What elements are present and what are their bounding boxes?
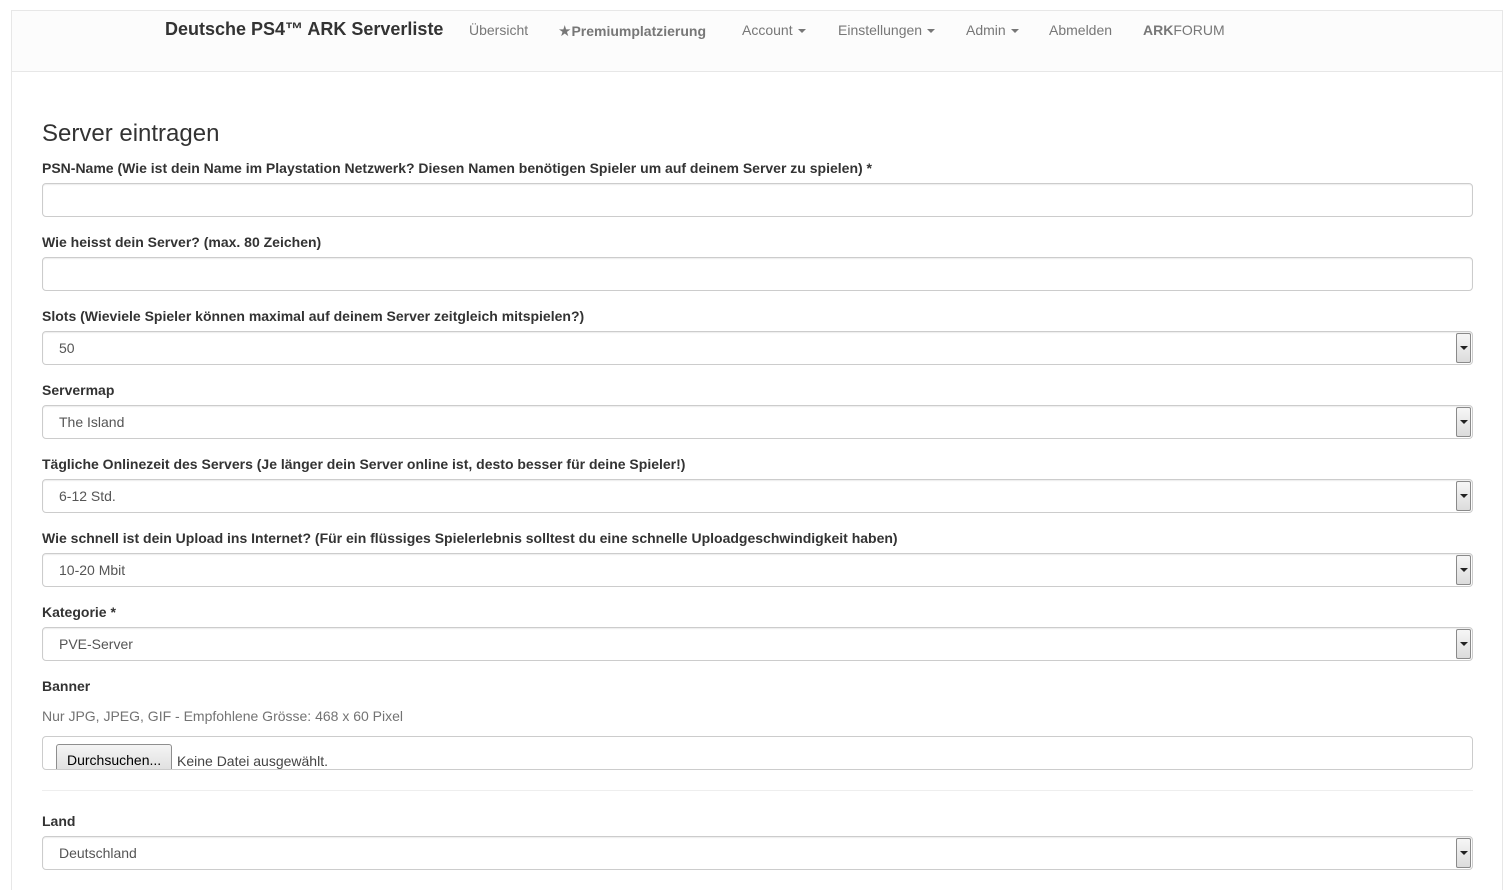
- dropdown-arrow-icon[interactable]: [1456, 629, 1471, 659]
- nav-item-label: Übersicht: [469, 22, 529, 38]
- nav-item-label: Premiumplatzierung: [571, 23, 707, 39]
- dropdown-arrow-icon[interactable]: [1456, 555, 1471, 585]
- country-select[interactable]: Deutschland: [42, 836, 1473, 870]
- psn-name-input[interactable]: [42, 183, 1473, 217]
- banner-file-input[interactable]: Durchsuchen... Keine Datei ausgewählt.: [42, 736, 1473, 770]
- psn-name-label: PSN-Name (Wie ist dein Name im Playstati…: [42, 160, 872, 176]
- nav-item-label: Abmelden: [1049, 22, 1113, 38]
- category-label: Kategorie *: [42, 604, 116, 620]
- onlinetime-select[interactable]: 6-12 Std.: [42, 479, 1473, 513]
- onlinetime-label: Tägliche Onlinezeit des Servers (Je läng…: [42, 456, 686, 472]
- nav-item-einstellungen[interactable]: Einstellungen: [838, 22, 936, 38]
- country-selected-value: Deutschland: [59, 845, 137, 861]
- form-divider: [42, 790, 1473, 791]
- file-status-text: Keine Datei ausgewählt.: [177, 753, 328, 769]
- servermap-selected-value: The Island: [59, 414, 125, 430]
- upload-label: Wie schnell ist dein Upload ins Internet…: [42, 530, 898, 546]
- slots-select[interactable]: 50: [42, 331, 1473, 365]
- country-label: Land: [42, 813, 76, 829]
- browse-button[interactable]: Durchsuchen...: [56, 744, 173, 769]
- nav-item-label-bold: ARK: [1143, 22, 1174, 38]
- nav-item-account[interactable]: Account: [742, 22, 806, 38]
- category-selected-value: PVE-Server: [59, 636, 133, 652]
- onlinetime-selected-value: 6-12 Std.: [59, 488, 116, 504]
- caret-down-icon: [797, 29, 806, 34]
- dropdown-arrow-icon[interactable]: [1456, 333, 1471, 363]
- star-icon: ★: [558, 23, 572, 40]
- dropdown-arrow-icon[interactable]: [1456, 407, 1471, 437]
- category-select[interactable]: PVE-Server: [42, 627, 1473, 661]
- nav-item-label-rest: FORUM: [1173, 22, 1225, 38]
- caret-down-icon: [1010, 29, 1019, 34]
- banner-label: Banner: [42, 678, 91, 694]
- nav-item-abmelden[interactable]: Abmelden: [1049, 22, 1112, 38]
- banner-help-text: Nur JPG, JPEG, GIF - Empfohlene Grösse: …: [42, 708, 404, 724]
- nav-item-uebersicht[interactable]: Übersicht: [469, 22, 528, 38]
- dropdown-arrow-icon[interactable]: [1456, 481, 1471, 511]
- upload-selected-value: 10-20 Mbit: [59, 562, 126, 578]
- nav-item-arkforum[interactable]: ARKFORUM: [1143, 22, 1225, 38]
- nav-item-label: Einstellungen: [838, 22, 923, 38]
- nav-item-admin[interactable]: Admin: [966, 22, 1019, 38]
- brand-link[interactable]: Deutsche PS4™ ARK Serverliste: [165, 19, 443, 40]
- dropdown-arrow-icon[interactable]: [1456, 838, 1471, 868]
- server-name-label: Wie heisst dein Server? (max. 80 Zeichen…: [42, 234, 322, 250]
- upload-select[interactable]: 10-20 Mbit: [42, 553, 1473, 587]
- nav-item-premiumplatzierung[interactable]: ★Premiumplatzierung: [558, 22, 706, 40]
- servermap-label: Servermap: [42, 382, 115, 398]
- nav-item-label: Admin: [966, 22, 1006, 38]
- slots-label: Slots (Wieviele Spieler können maximal a…: [42, 308, 585, 324]
- slots-selected-value: 50: [59, 340, 75, 356]
- server-name-input[interactable]: [42, 257, 1473, 291]
- caret-down-icon: [927, 29, 936, 34]
- servermap-select[interactable]: The Island: [42, 405, 1473, 439]
- nav-item-label: Account: [742, 22, 793, 38]
- page-title: Server eintragen: [42, 120, 220, 147]
